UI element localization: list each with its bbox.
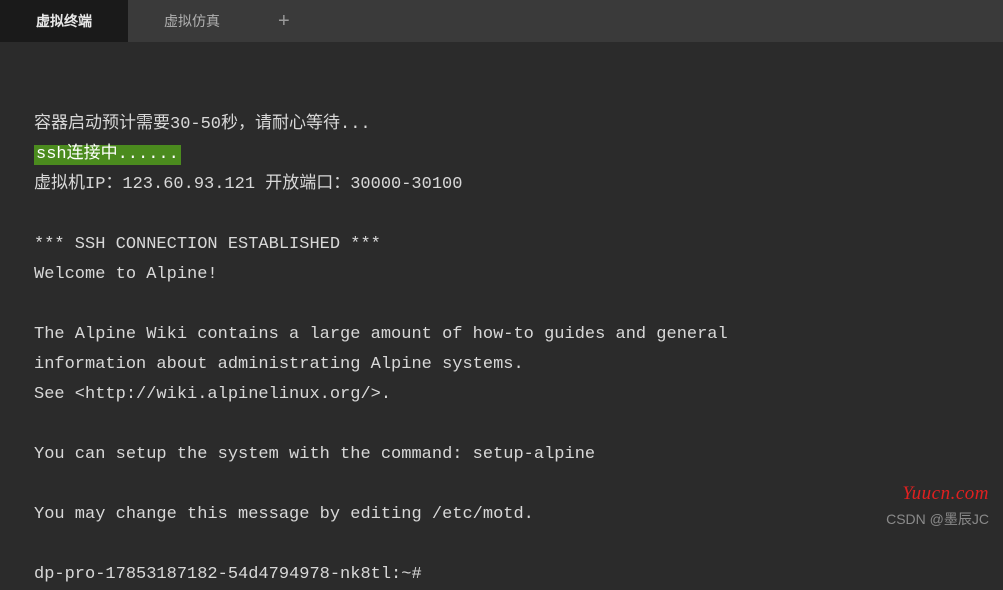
- terminal-line: 容器启动预计需要30-50秒，请耐心等待...: [34, 115, 371, 134]
- terminal-highlight-ssh: ssh连接中......: [34, 145, 181, 165]
- terminal-output[interactable]: 容器启动预计需要30-50秒，请耐心等待... ssh连接中...... 虚拟机…: [0, 42, 1003, 590]
- terminal-line: Welcome to Alpine!: [34, 265, 218, 284]
- tab-add-button[interactable]: +: [256, 0, 312, 42]
- watermark-author: CSDN @墨辰JC: [886, 509, 989, 529]
- terminal-line: The Alpine Wiki contains a large amount …: [34, 325, 728, 344]
- terminal-prompt: dp-pro-17853187182-54d4794978-nk8tl:~#: [34, 565, 422, 584]
- terminal-line: information about administrating Alpine …: [34, 355, 524, 374]
- terminal-line: See <http://wiki.alpinelinux.org/>.: [34, 385, 391, 404]
- tab-virtual-terminal[interactable]: 虚拟终端: [0, 0, 128, 42]
- terminal-line: You can setup the system with the comman…: [34, 445, 595, 464]
- terminal-line: *** SSH CONNECTION ESTABLISHED ***: [34, 235, 381, 254]
- terminal-line: 虚拟机IP：123.60.93.121 开放端口：30000-30100: [34, 175, 462, 194]
- watermark-site: Yuucn.com: [902, 483, 989, 505]
- tab-virtual-simulation[interactable]: 虚拟仿真: [128, 0, 256, 42]
- terminal-line: You may change this message by editing /…: [34, 505, 534, 524]
- tab-bar: 虚拟终端 虚拟仿真 +: [0, 0, 1003, 42]
